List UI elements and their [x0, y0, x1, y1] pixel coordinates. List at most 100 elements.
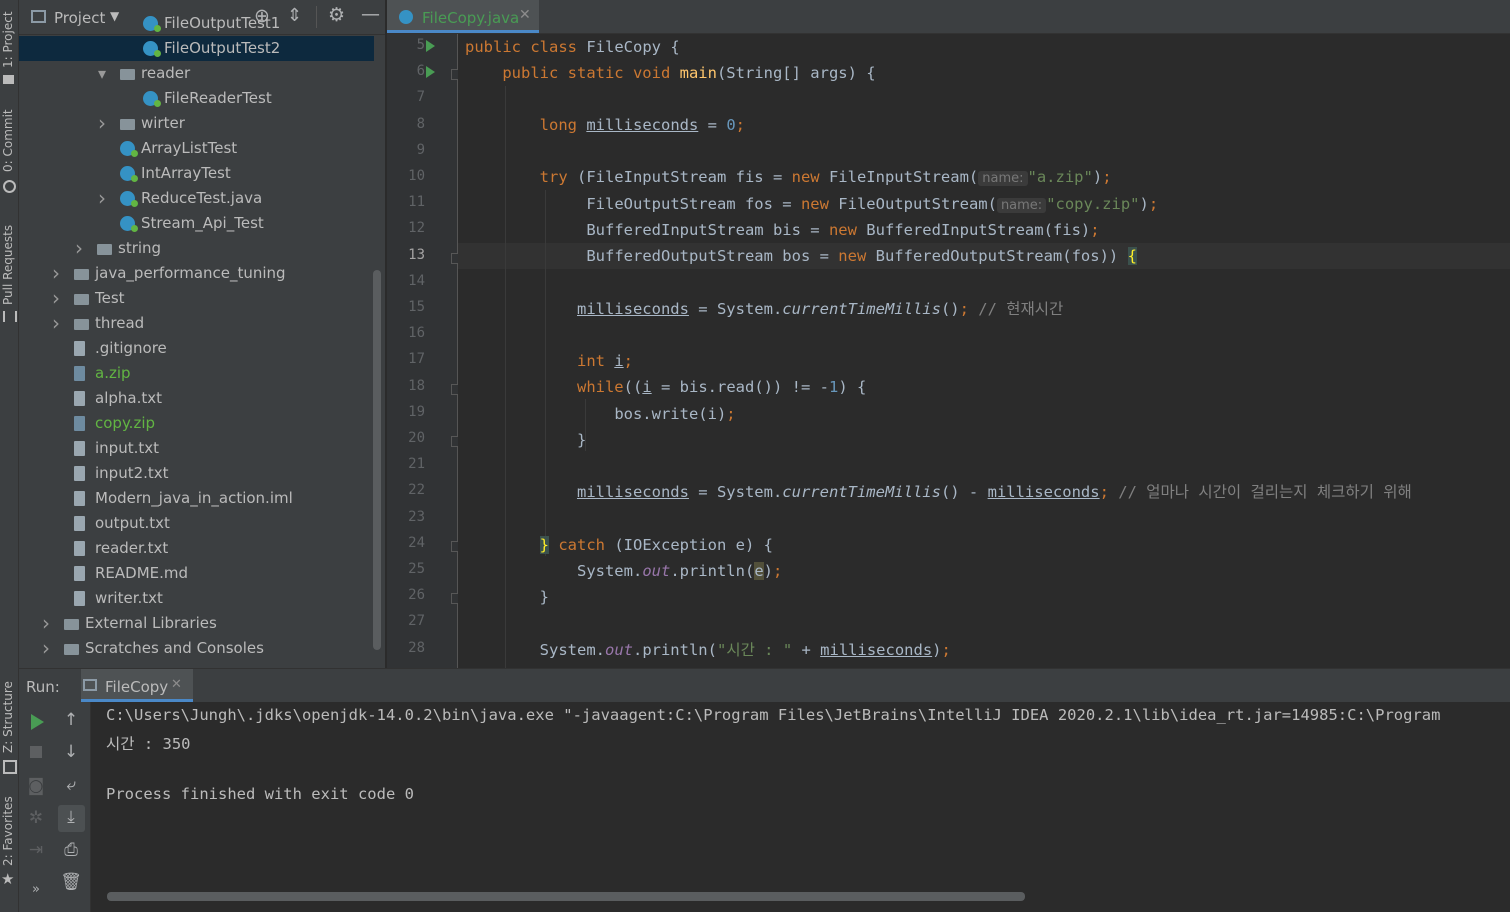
- tree-item[interactable]: › thread: [19, 311, 374, 336]
- token: FileInputStream(: [828, 168, 979, 186]
- left-tool-strip: 1: Project 0: Commit Pull Requests Z: St…: [0, 0, 19, 912]
- token: ): [763, 562, 773, 580]
- tab-commit-label: 0: Commit: [1, 109, 15, 172]
- run-tab-filecopy[interactable]: FileCopy ✕: [81, 669, 193, 702]
- tree-item[interactable]: writer.txt: [19, 586, 374, 611]
- tree-item[interactable]: alpha.txt: [19, 386, 374, 411]
- tree-item[interactable]: › External Libraries: [19, 611, 374, 636]
- token: ;: [773, 562, 783, 580]
- class-icon: [120, 191, 138, 207]
- token: .println(: [670, 562, 755, 580]
- token: FileOutputStream fos =: [586, 195, 801, 213]
- line-number: 21: [408, 456, 425, 473]
- line-number: 9: [416, 141, 425, 158]
- stop-icon[interactable]: [30, 746, 42, 758]
- tree-item-label: alpha.txt: [95, 389, 162, 407]
- run-toolbar-primary: ◙ ✲ ⇥ »: [19, 702, 53, 912]
- line-number: 24: [408, 534, 425, 551]
- tree-item[interactable]: copy.zip: [19, 411, 374, 436]
- console-output[interactable]: C:\Users\Jungh\.jdks\openjdk-14.0.2\bin\…: [91, 702, 1510, 907]
- tree-item[interactable]: FileOutputTest1: [19, 11, 374, 36]
- tree-item[interactable]: ArrayListTest: [19, 136, 374, 161]
- token: }: [576, 431, 587, 449]
- file-icon: [74, 566, 85, 581]
- run-gutter-icon[interactable]: [426, 40, 435, 52]
- token: catch: [549, 536, 615, 554]
- tree-item[interactable]: input2.txt: [19, 461, 374, 486]
- scroll-to-end-icon: ⤓: [67, 807, 75, 827]
- soft-wrap-icon[interactable]: ⤶: [56, 775, 86, 795]
- tree-item[interactable]: output.txt: [19, 511, 374, 536]
- tree-scrollbar[interactable]: [373, 270, 381, 650]
- line-number: 16: [408, 325, 425, 342]
- tree-item[interactable]: FileReaderTest: [19, 86, 374, 111]
- tree-item[interactable]: › string: [19, 236, 374, 261]
- chevron-down-icon[interactable]: ▾: [98, 61, 106, 86]
- line-number: 14: [408, 272, 425, 289]
- token: milliseconds: [586, 116, 699, 134]
- run-gutter-icon[interactable]: [426, 66, 435, 79]
- chevron-right-icon[interactable]: ›: [52, 261, 60, 286]
- tree-item[interactable]: › Scratches and Consoles: [19, 636, 374, 661]
- rerun-icon[interactable]: [31, 714, 44, 730]
- tree-item[interactable]: › ReduceTest.java: [19, 186, 374, 211]
- chevron-right-icon[interactable]: ›: [42, 611, 50, 636]
- tab-filecopy-java[interactable]: FileCopy.java ✕: [387, 0, 539, 33]
- close-icon[interactable]: ✕: [171, 677, 182, 692]
- tree-item[interactable]: › java_performance_tuning: [19, 261, 374, 286]
- chevron-right-icon[interactable]: ›: [75, 236, 83, 261]
- class-icon: [120, 166, 138, 182]
- code-editor[interactable]: public class FileCopy { public static vo…: [458, 34, 1510, 668]
- tree-item-label: IntArrayTest: [141, 164, 231, 182]
- line-number: 13: [408, 246, 425, 263]
- tree-item[interactable]: Stream_Api_Test: [19, 211, 374, 236]
- token: ;: [1148, 195, 1159, 213]
- camera-icon[interactable]: ◙: [21, 776, 51, 796]
- chevron-right-icon[interactable]: ›: [98, 111, 106, 136]
- tree-item[interactable]: ▾ reader: [19, 61, 374, 86]
- file-icon: [74, 541, 85, 556]
- tree-item[interactable]: FileOutputTest2: [19, 36, 374, 61]
- tree-item[interactable]: input.txt: [19, 436, 374, 461]
- tree-item[interactable]: reader.txt: [19, 536, 374, 561]
- tree-item[interactable]: › Test: [19, 286, 374, 311]
- exit-icon[interactable]: ⇥: [21, 840, 51, 860]
- line-number: 28: [408, 639, 425, 656]
- chevron-right-icon[interactable]: ›: [42, 636, 50, 661]
- more-icon[interactable]: »: [21, 882, 51, 897]
- chevron-right-icon[interactable]: ›: [52, 311, 60, 336]
- tree-item[interactable]: a.zip: [19, 361, 374, 386]
- tree-item[interactable]: Modern_java_in_action.iml: [19, 486, 374, 511]
- code-line-13: BufferedOutputStream bos = new BufferedO…: [465, 243, 1137, 269]
- chevron-right-icon[interactable]: ›: [52, 286, 60, 311]
- arrow-down-icon[interactable]: ↓: [56, 742, 86, 762]
- class-icon: [120, 141, 138, 157]
- token: public class: [465, 38, 587, 56]
- zip-icon: [74, 416, 85, 431]
- line-number: 20: [408, 430, 425, 446]
- folder-icon: [74, 319, 89, 330]
- tree-item[interactable]: › wirter: [19, 111, 374, 136]
- class-icon: [143, 91, 161, 107]
- tree-item[interactable]: .gitignore: [19, 336, 374, 361]
- run-tab-label: FileCopy: [105, 678, 169, 696]
- tree-item[interactable]: README.md: [19, 561, 374, 586]
- structure-icon: [3, 760, 17, 774]
- tree-item-label: FileOutputTest2: [164, 39, 281, 57]
- settings-icon[interactable]: ✲: [21, 808, 51, 828]
- code-line-8: long milliseconds = 0;: [465, 112, 745, 138]
- tree-item[interactable]: IntArrayTest: [19, 161, 374, 186]
- line-number: 18: [408, 377, 425, 394]
- chevron-right-icon[interactable]: ›: [98, 186, 106, 211]
- print-icon[interactable]: ⎙: [56, 840, 86, 860]
- close-icon[interactable]: ✕: [519, 7, 531, 23]
- code-line-28: System.out.println("시간 : " + millisecond…: [465, 637, 951, 663]
- console-horizontal-scrollbar[interactable]: [107, 892, 1025, 901]
- token: (IOException e) {: [614, 536, 773, 554]
- trash-icon[interactable]: 🗑: [56, 872, 86, 892]
- token: = bis.read()) != -: [651, 378, 829, 396]
- token: ;: [1099, 483, 1119, 501]
- arrow-up-icon[interactable]: ↑: [56, 710, 86, 730]
- token: 1: [828, 378, 839, 396]
- zip-icon: [74, 366, 85, 381]
